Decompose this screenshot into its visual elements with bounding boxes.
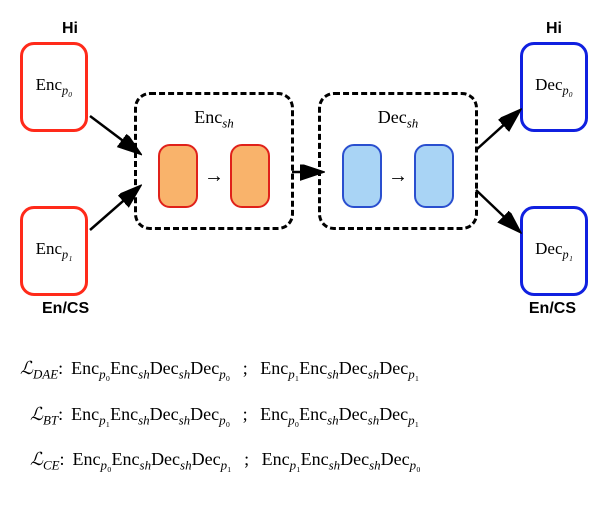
edges-svg — [20, 20, 588, 320]
eq-dae: ℒDAE: Encp₀EncshDecshDecp₀ ; Encp₁EncshD… — [20, 350, 588, 388]
loss-equations: ℒDAE: Encp₀EncshDecshDecp₀ ; Encp₁EncshD… — [20, 350, 588, 479]
eq-ce-rhs: Encp₁EncshDecshDecp₀ — [262, 441, 421, 479]
eq-bt-rhs: Encp₀EncshDecshDecp₁ — [260, 396, 419, 434]
eq-dae-lhs: Encp₀EncshDecshDecp₀ — [71, 350, 230, 388]
eq-ce-lhs: Encp₀EncshDecshDecp₁ — [73, 441, 232, 479]
eq-bt-lhs: Encp₁EncshDecshDecp₀ — [71, 396, 230, 434]
eq-dae-rhs: Encp₁EncshDecshDecp₁ — [260, 350, 419, 388]
eq-ce: ℒCE: Encp₀EncshDecshDecp₁ ; Encp₁EncshDe… — [30, 441, 588, 479]
architecture-diagram: Hi Hi En/CS En/CS Encp₀ Encp₁ Decp₀ Decp… — [20, 20, 588, 320]
eq-bt: ℒBT: Encp₁EncshDecshDecp₀ ; Encp₀EncshDe… — [30, 396, 588, 434]
